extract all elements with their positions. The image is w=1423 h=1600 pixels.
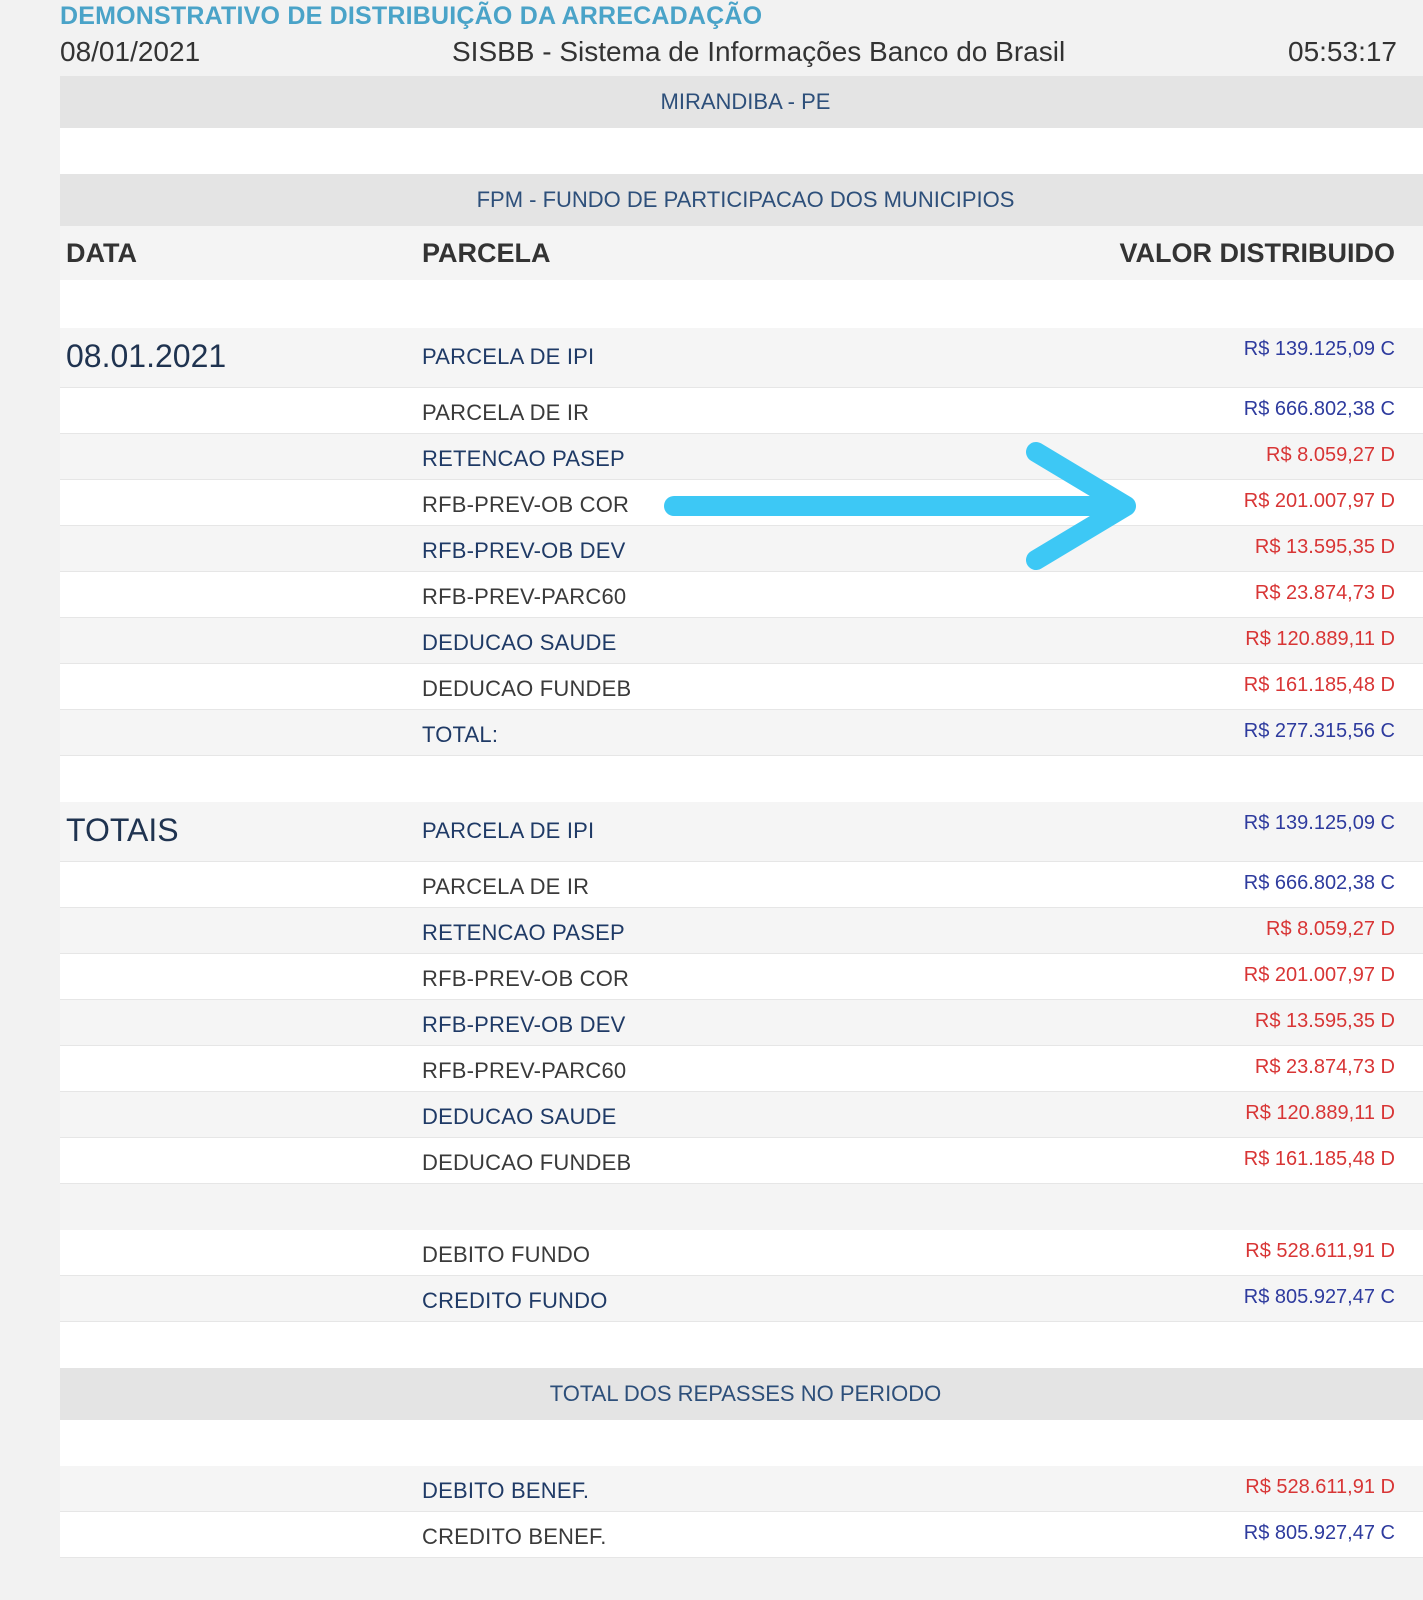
- parcela-name: CREDITO BENEF.: [422, 1524, 607, 1549]
- spacer: [60, 128, 1423, 174]
- parcela-name: RFB-PREV-PARC60: [422, 584, 627, 609]
- table-row: DEDUCAO FUNDEB R$ 161.185,48 D: [60, 1138, 1423, 1184]
- report-time: 05:53:17: [1288, 36, 1397, 67]
- table-row: RFB-PREV-PARC60 R$ 23.874,73 D: [60, 1046, 1423, 1092]
- table-row: DEDUCAO SAUDE R$ 120.889,11 D: [60, 1092, 1423, 1138]
- report-date: 08/01/2021: [60, 36, 201, 67]
- valor-distribuido: R$ 23.874,73 D: [1254, 582, 1395, 604]
- parcela-name: RFB-PREV-PARC60: [422, 1058, 627, 1083]
- parcela-name: DEDUCAO SAUDE: [422, 1104, 617, 1129]
- document-title: DEMONSTRATIVO DE DISTRIBUIÇÃO DA ARRECAD…: [60, 2, 763, 30]
- valor-distribuido: R$ 666.802,38 C: [1243, 872, 1395, 894]
- valor-distribuido: R$ 805.927,47 C: [1243, 1522, 1395, 1544]
- column-header-parcela: PARCELA: [422, 238, 551, 268]
- parcela-name: DEDUCAO FUNDEB: [422, 1150, 632, 1175]
- parcela-name: DEDUCAO SAUDE: [422, 630, 617, 655]
- table-row: RETENCAO PASEP R$ 8.059,27 D: [60, 908, 1423, 954]
- parcela-name: RFB-PREV-OB COR: [422, 966, 630, 991]
- report-table: MIRANDIBA - PE FPM - FUNDO DE PARTICIPAC…: [60, 76, 1423, 1600]
- arrow-right-icon: [664, 442, 1136, 570]
- spacer: [60, 1420, 1423, 1466]
- valor-distribuido: R$ 528.611,91 D: [1245, 1476, 1395, 1498]
- parcela-name: PARCELA DE IR: [422, 400, 590, 425]
- valor-distribuido: R$ 805.927,47 C: [1243, 1286, 1395, 1308]
- table-row: PARCELA DE IR R$ 666.802,38 C: [60, 862, 1423, 908]
- valor-distribuido: R$ 8.059,27 D: [1266, 444, 1395, 466]
- valor-distribuido: R$ 23.874,73 D: [1254, 1056, 1395, 1078]
- valor-distribuido: R$ 201.007,97 D: [1243, 964, 1395, 986]
- spacer: [60, 756, 1423, 802]
- valor-distribuido: R$ 666.802,38 C: [1243, 398, 1395, 420]
- valor-distribuido: R$ 139.125,09 C: [1243, 812, 1395, 834]
- parcela-name: RFB-PREV-OB DEV: [422, 538, 626, 563]
- total-label: TOTAL:: [422, 722, 499, 747]
- total-row: TOTAL: R$ 277.315,56 C: [60, 710, 1423, 756]
- parcela-name: PARCELA DE IR: [422, 874, 590, 899]
- table-row: RFB-PREV-OB COR R$ 201.007,97 D: [60, 954, 1423, 1000]
- parcela-name: RETENCAO PASEP: [422, 446, 625, 471]
- valor-distribuido: R$ 528.611,91 D: [1245, 1240, 1395, 1262]
- valor-distribuido: R$ 120.889,11 D: [1245, 1102, 1395, 1124]
- valor-distribuido: R$ 139.125,09 C: [1243, 338, 1395, 360]
- valor-distribuido: R$ 13.595,35 D: [1254, 1010, 1395, 1032]
- table-row: TOTAIS PARCELA DE IPI R$ 139.125,09 C: [60, 802, 1423, 862]
- table-row: 08.01.2021 PARCELA DE IPI R$ 139.125,09 …: [60, 328, 1423, 388]
- location-header: MIRANDIBA - PE: [60, 76, 1423, 128]
- period-header: TOTAL DOS REPASSES NO PERIODO: [60, 1368, 1423, 1420]
- table-row: DEBITO FUNDO R$ 528.611,91 D: [60, 1230, 1423, 1276]
- total-value: R$ 277.315,56 C: [1243, 720, 1395, 742]
- info-bar: 08/01/2021 SISBB - Sistema de Informaçõe…: [60, 36, 1423, 72]
- valor-distribuido: R$ 161.185,48 D: [1243, 674, 1395, 696]
- group-totais-label: TOTAIS: [66, 812, 179, 848]
- parcela-name: CREDITO FUNDO: [422, 1288, 608, 1313]
- parcela-name: DEBITO FUNDO: [422, 1242, 591, 1267]
- parcela-name: PARCELA DE IPI: [422, 818, 595, 843]
- parcela-name: DEBITO BENEF.: [422, 1478, 590, 1503]
- parcela-name: RFB-PREV-OB DEV: [422, 1012, 626, 1037]
- valor-distribuido: R$ 13.595,35 D: [1254, 536, 1395, 558]
- table-row: RFB-PREV-OB DEV R$ 13.595,35 D: [60, 1000, 1423, 1046]
- parcela-name: RETENCAO PASEP: [422, 920, 625, 945]
- table-row: CREDITO FUNDO R$ 805.927,47 C: [60, 1276, 1423, 1322]
- table-row: RFB-PREV-PARC60 R$ 23.874,73 D: [60, 572, 1423, 618]
- fund-header: FPM - FUNDO DE PARTICIPACAO DOS MUNICIPI…: [60, 174, 1423, 226]
- table-row: DEDUCAO SAUDE R$ 120.889,11 D: [60, 618, 1423, 664]
- valor-distribuido: R$ 201.007,97 D: [1243, 490, 1395, 512]
- column-headers: DATA PARCELA VALOR DISTRIBUIDO: [60, 226, 1423, 282]
- spacer: [60, 282, 1423, 328]
- parcela-name: PARCELA DE IPI: [422, 344, 595, 369]
- parcela-name: DEDUCAO FUNDEB: [422, 676, 632, 701]
- table-row: DEDUCAO FUNDEB R$ 161.185,48 D: [60, 664, 1423, 710]
- parcela-name: RFB-PREV-OB COR: [422, 492, 630, 517]
- group-date-label: 08.01.2021: [66, 338, 227, 374]
- valor-distribuido: R$ 8.059,27 D: [1266, 918, 1395, 940]
- spacer: [60, 1322, 1423, 1368]
- table-row: PARCELA DE IR R$ 666.802,38 C: [60, 388, 1423, 434]
- table-row: CREDITO BENEF. R$ 805.927,47 C: [60, 1512, 1423, 1558]
- system-name: SISBB - Sistema de Informações Banco do …: [452, 36, 1066, 67]
- table-row: DEBITO BENEF. R$ 528.611,91 D: [60, 1466, 1423, 1512]
- column-header-valor: VALOR DISTRIBUIDO: [1119, 238, 1396, 268]
- valor-distribuido: R$ 120.889,11 D: [1245, 628, 1395, 650]
- column-header-data: DATA: [66, 238, 137, 268]
- valor-distribuido: R$ 161.185,48 D: [1243, 1148, 1395, 1170]
- spacer: [60, 1184, 1423, 1230]
